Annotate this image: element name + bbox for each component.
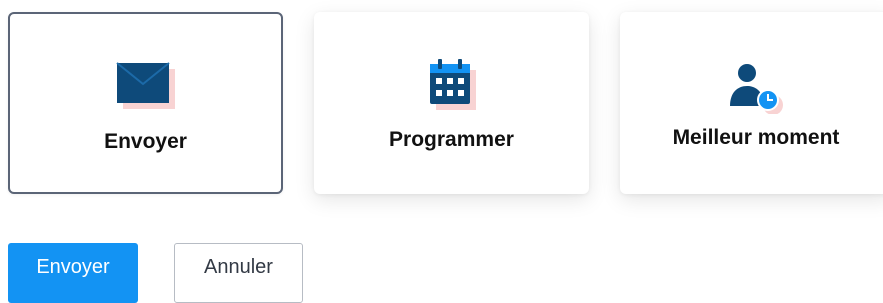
option-card-best-time[interactable]: Meilleur moment bbox=[620, 12, 883, 194]
envelope-icon bbox=[115, 62, 175, 109]
calendar-icon bbox=[429, 59, 476, 110]
user-clock-icon bbox=[730, 64, 783, 114]
option-label-best-time: Meilleur moment bbox=[672, 126, 840, 149]
option-label-schedule: Programmer bbox=[389, 128, 514, 151]
send-button[interactable]: Envoyer bbox=[8, 243, 138, 303]
option-card-schedule[interactable]: Programmer bbox=[314, 12, 589, 194]
option-label-send: Envoyer bbox=[104, 130, 187, 153]
option-card-send[interactable]: Envoyer bbox=[8, 12, 283, 194]
cancel-button[interactable]: Annuler bbox=[174, 243, 303, 303]
